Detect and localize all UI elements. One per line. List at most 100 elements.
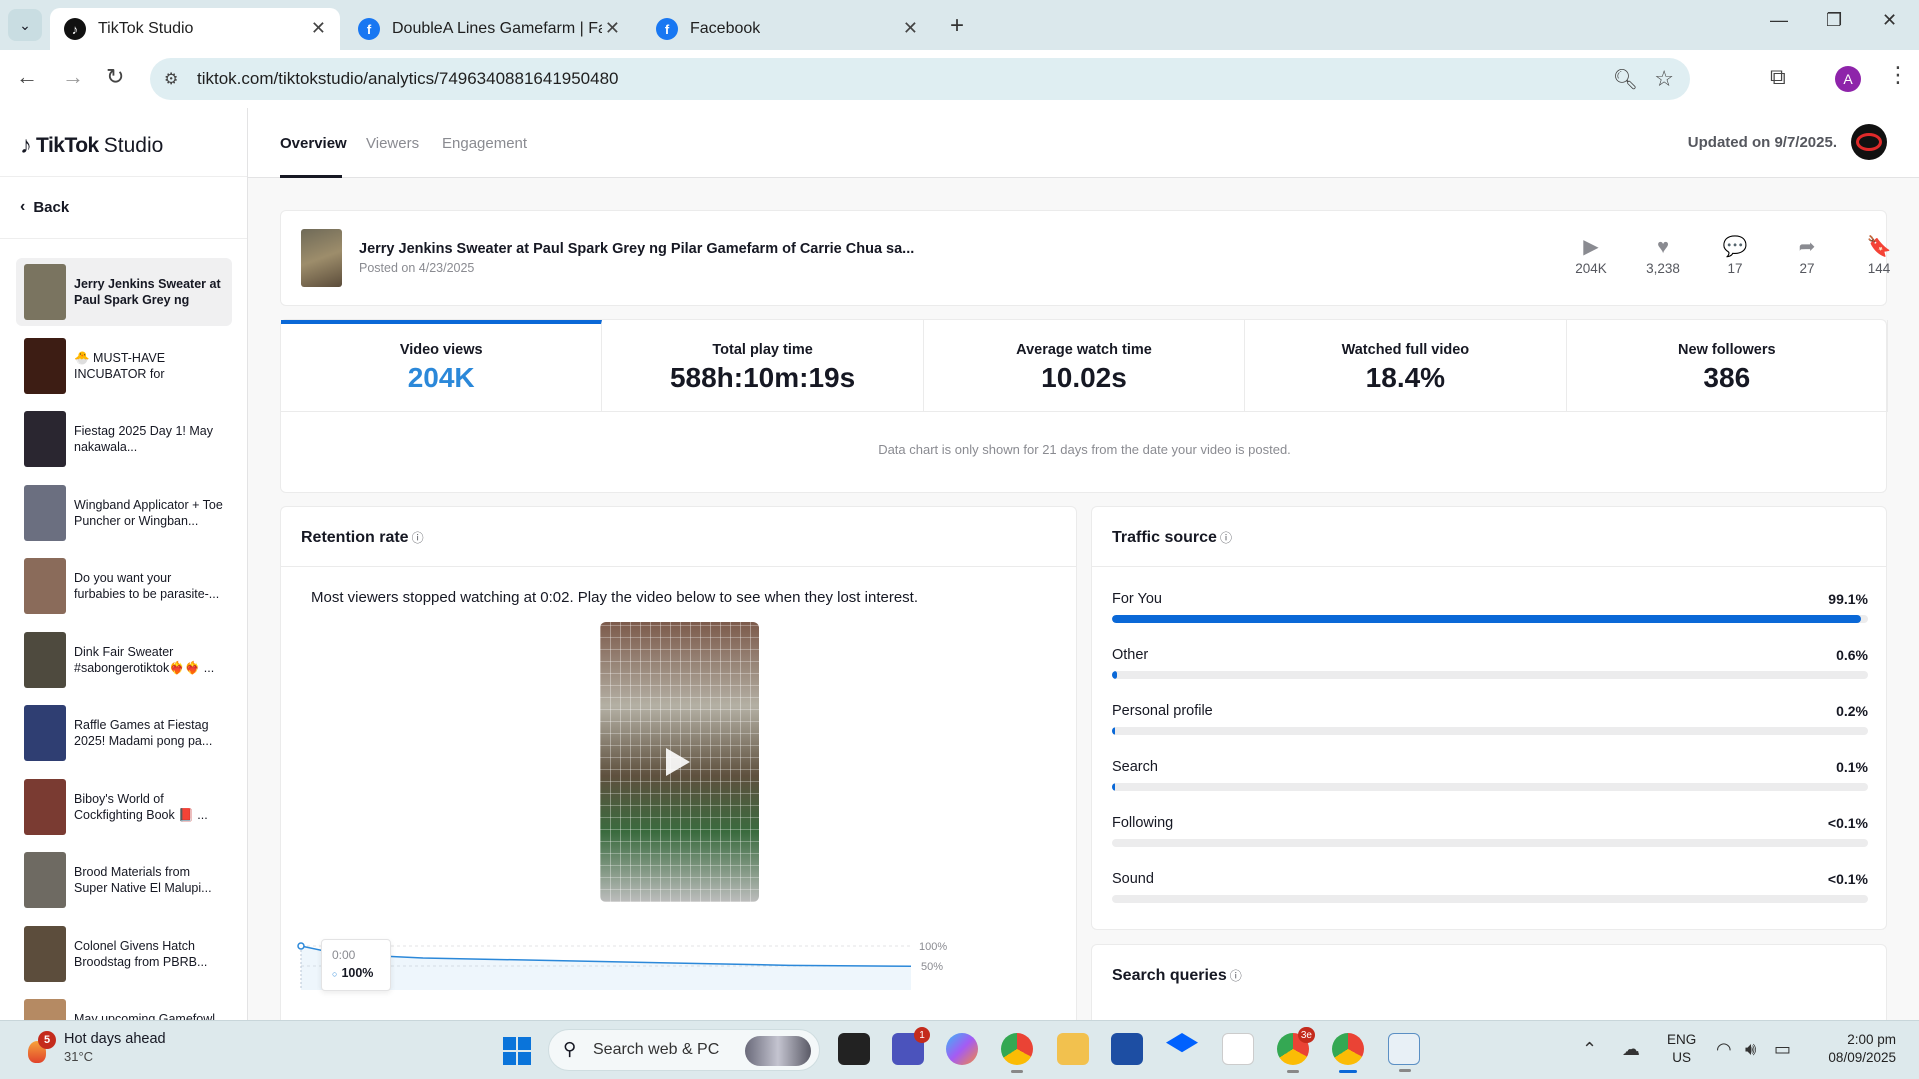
video-thumbnail	[24, 705, 66, 761]
stat-value: 3,238	[1646, 261, 1680, 276]
metric-tile[interactable]: Watched full video 18.4%	[1245, 320, 1567, 412]
battery-icon[interactable]: ▭	[1774, 1039, 1791, 1060]
stat-value: 204K	[1575, 261, 1607, 276]
stat-value: 27	[1799, 261, 1815, 276]
video-title: Do you want your furbabies to be parasit…	[74, 571, 220, 601]
info-icon[interactable]: ⓘ	[412, 531, 424, 545]
weather-widget[interactable]: 5 Hot days ahead 31°C	[26, 1030, 166, 1064]
traffic-label: Following	[1112, 815, 1174, 831]
browser-profile-avatar[interactable]: A	[1835, 66, 1861, 92]
copilot-icon[interactable]	[946, 1033, 978, 1065]
minimize-icon[interactable]: —	[1770, 10, 1788, 31]
close-tab-icon[interactable]: ✕	[605, 18, 620, 39]
browser-tab-facebook[interactable]: f Facebook ✕	[642, 8, 932, 50]
search-queries-title: Search queries ⓘ	[1112, 967, 1242, 984]
sidebar-video-item[interactable]: May upcoming Gamefowl Expo po this comin…	[16, 993, 232, 1020]
language-indicator[interactable]: ENG US	[1667, 1031, 1696, 1067]
close-tab-icon[interactable]: ✕	[903, 18, 918, 39]
url-text[interactable]: tiktok.com/tiktokstudio/analytics/749634…	[197, 69, 619, 89]
sidebar-video-item[interactable]: Fiestag 2025 Day 1! May nakawala...	[16, 405, 232, 473]
browser-menu-icon[interactable]: ⋮	[1887, 62, 1909, 88]
zoom-icon[interactable]: 🔍︎	[1613, 67, 1638, 92]
updated-timestamp: Updated on 9/7/2025.	[1687, 134, 1837, 151]
sidebar-video-item[interactable]: Brood Materials from Super Native El Mal…	[16, 846, 232, 914]
chrome-profile-icon[interactable]: 3e	[1277, 1027, 1315, 1073]
divider	[0, 238, 247, 239]
sidebar-video-item[interactable]: Do you want your furbabies to be parasit…	[16, 552, 232, 620]
chrome-icon[interactable]	[1001, 1033, 1033, 1073]
teams-icon[interactable]: 1	[892, 1027, 930, 1065]
back-button[interactable]: ‹ Back	[20, 198, 69, 216]
tab-viewers[interactable]: Viewers	[366, 135, 419, 152]
file-explorer-icon[interactable]	[1057, 1033, 1089, 1065]
video-thumbnail	[24, 999, 66, 1020]
site-settings-icon[interactable]: ⚙	[164, 69, 178, 89]
heart-stat: ♥ 3,238	[1633, 235, 1693, 276]
retention-rate-card: Retention rate ⓘ Most viewers stopped wat…	[280, 506, 1077, 1020]
cloud-offline-icon[interactable]: ☁	[1622, 1039, 1640, 1060]
close-tab-icon[interactable]: ✕	[311, 18, 326, 39]
sidebar-video-item[interactable]: Jerry Jenkins Sweater at Paul Spark Grey…	[16, 258, 232, 326]
video-thumbnail	[24, 925, 66, 982]
volume-icon[interactable]: 🔊︎	[1745, 1039, 1756, 1060]
retention-title: Retention rate ⓘ	[301, 529, 424, 546]
store-icon[interactable]	[1111, 1033, 1143, 1065]
sidebar-video-item[interactable]: Colonel Givens Hatch Broodstag from PBRB…	[16, 920, 232, 988]
browser-tab-doublea[interactable]: f DoubleA Lines Gamefarm | Face ✕	[344, 8, 634, 50]
snipping-tool-icon[interactable]	[1388, 1033, 1420, 1072]
task-view-icon[interactable]	[838, 1033, 870, 1065]
play-icon[interactable]	[666, 748, 690, 776]
url-bar[interactable]: ⚙ tiktok.com/tiktokstudio/analytics/7496…	[150, 58, 1690, 100]
stat-value: 144	[1867, 261, 1891, 276]
account-avatar[interactable]	[1851, 124, 1887, 160]
chrome-active-icon[interactable]	[1332, 1033, 1364, 1073]
sidebar-video-item[interactable]: Biboy's World of Cockfighting Book 📕 ...	[16, 773, 232, 841]
hover-point	[297, 942, 305, 950]
address-toolbar: ← → ↻ ⚙ tiktok.com/tiktokstudio/analytic…	[0, 50, 1919, 108]
metric-tile[interactable]: Total play time 588h:10m:19s	[602, 320, 924, 412]
start-button[interactable]	[503, 1037, 531, 1065]
close-window-icon[interactable]: ✕	[1882, 10, 1897, 31]
extensions-icon[interactable]: ⧉	[1770, 64, 1786, 90]
traffic-bar-track	[1112, 727, 1868, 735]
info-icon[interactable]: ⓘ	[1230, 969, 1242, 983]
new-tab-icon[interactable]: +	[950, 12, 964, 40]
video-title: Jerry Jenkins Sweater at Paul Spark Grey…	[74, 277, 221, 307]
tiktok-studio-logo[interactable]: ♪ TikTok Studio	[20, 132, 163, 160]
active-tab-indicator	[280, 175, 342, 178]
metric-value: 18.4%	[1365, 362, 1446, 393]
tab-overview[interactable]: Overview	[280, 135, 347, 152]
metric-tile[interactable]: Average watch time 10.02s	[923, 320, 1246, 412]
traffic-bar-fill	[1112, 671, 1117, 679]
sidebar-video-item[interactable]: Wingband Applicator + Toe Puncher or Win…	[16, 479, 232, 547]
video-title: Colonel Givens Hatch Broodstag from PBRB…	[74, 938, 208, 969]
dropbox-icon[interactable]	[1166, 1033, 1198, 1053]
traffic-row: Search 0.1%	[1112, 759, 1868, 799]
back-arrow-icon[interactable]: ←	[16, 64, 38, 90]
video-preview[interactable]	[600, 622, 759, 902]
tab-search-button[interactable]: ⌄	[8, 9, 42, 41]
forward-arrow-icon[interactable]: →	[62, 64, 84, 90]
metric-value: 10.02s	[1041, 362, 1127, 393]
bookmark-star-icon[interactable]: ☆	[1654, 66, 1674, 92]
traffic-value: <0.1%	[1827, 815, 1868, 831]
restore-icon[interactable]: ❐	[1826, 10, 1842, 31]
metric-value: 386	[1703, 362, 1751, 393]
taskbar-search[interactable]: ⚲ Search web & PC	[548, 1029, 820, 1071]
sidebar-video-item[interactable]: Dink Fair Sweater #sabongerotiktok❤️‍🔥❤️…	[16, 626, 232, 694]
browser-tab-tiktok-studio[interactable]: ♪ TikTok Studio ✕	[50, 8, 340, 50]
clock[interactable]: 2:00 pm 08/09/2025	[1816, 1031, 1896, 1067]
comment-icon: 💬	[1722, 236, 1748, 258]
play-icon: ▶	[1583, 236, 1599, 258]
amazon-icon[interactable]	[1222, 1033, 1254, 1065]
sidebar-video-item[interactable]: 🐣 MUST-HAVE INCUBATOR for Gamefow...	[16, 332, 232, 400]
metric-tile[interactable]: New followers 386	[1566, 320, 1888, 412]
info-icon[interactable]: ⓘ	[1220, 531, 1232, 545]
tab-engagement[interactable]: Engagement	[442, 135, 527, 152]
chevron-up-icon[interactable]: ⌃	[1582, 1039, 1597, 1060]
main-content: Overview Viewers Engagement Updated on 9…	[248, 108, 1919, 1020]
metric-tile[interactable]: Video views 204K	[281, 320, 603, 412]
reload-icon[interactable]: ↻	[106, 64, 124, 90]
wifi-icon[interactable]: ◠	[1716, 1039, 1732, 1060]
sidebar-video-item[interactable]: Raffle Games at Fiestag 2025! Madami pon…	[16, 699, 232, 767]
